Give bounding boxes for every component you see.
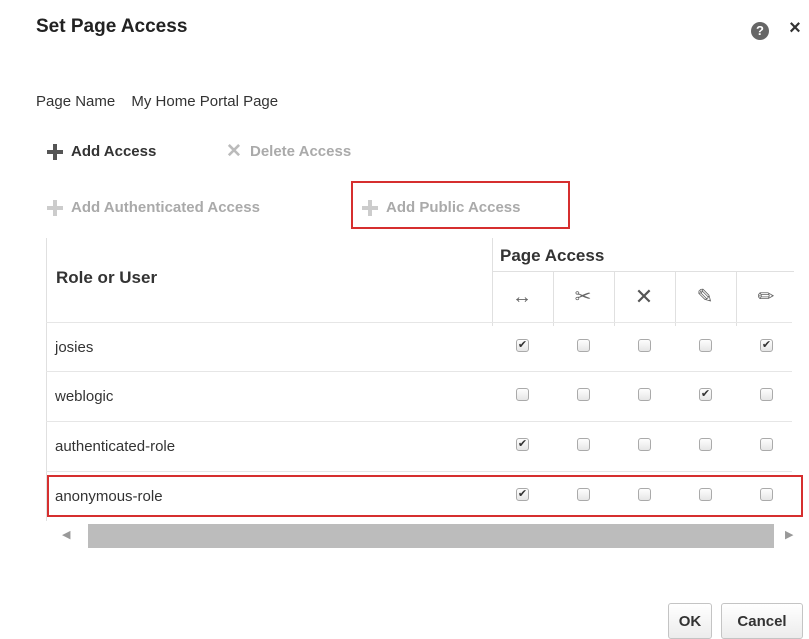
- delete-access-button[interactable]: ✕ Delete Access: [226, 140, 352, 162]
- add-access-button[interactable]: Add Access: [47, 143, 156, 160]
- permission-checkbox-view[interactable]: ✔: [516, 438, 529, 451]
- permission-checkbox-delete[interactable]: [638, 388, 651, 401]
- permission-checkbox-delete[interactable]: [638, 339, 651, 352]
- permission-checkbox-update[interactable]: [699, 339, 712, 352]
- permission-checkbox-customize[interactable]: [577, 339, 590, 352]
- header-col-sep: [614, 272, 615, 326]
- permission-checkbox-edit[interactable]: [760, 438, 773, 451]
- help-icon[interactable]: ?: [751, 22, 769, 40]
- add-authenticated-access-button[interactable]: Add Authenticated Access: [47, 199, 260, 216]
- permission-checkbox-view[interactable]: ✔: [516, 339, 529, 352]
- horizontal-scrollbar-thumb[interactable]: [88, 524, 774, 548]
- delete-x-icon: ✕: [226, 140, 242, 162]
- page-name-value: My Home Portal Page: [131, 93, 279, 110]
- permission-checkbox-edit[interactable]: ✔: [760, 339, 773, 352]
- permission-checkbox-delete[interactable]: [638, 438, 651, 451]
- header-col-sep: [675, 272, 676, 326]
- header-col-sep: [553, 272, 554, 326]
- permission-checkbox-update[interactable]: ✔: [699, 388, 712, 401]
- permission-checkbox-customize[interactable]: [577, 438, 590, 451]
- highlight-box-public-access: [351, 181, 570, 229]
- permission-checkbox-update[interactable]: [699, 438, 712, 451]
- delete-icon: ✕: [634, 284, 654, 309]
- customize-icon: ✂: [574, 286, 592, 308]
- table-row[interactable]: weblogic ✔: [46, 371, 792, 422]
- header-col-sep: [736, 272, 737, 326]
- header-subdivider: [492, 271, 794, 272]
- close-icon[interactable]: ×: [786, 17, 804, 40]
- plus-icon: [47, 199, 63, 216]
- dialog-title: Set Page Access: [36, 16, 188, 37]
- row-role-name: weblogic: [55, 388, 114, 405]
- add-access-label: Add Access: [71, 143, 157, 160]
- scroll-right-arrow[interactable]: ▶: [785, 528, 793, 541]
- page-name: Page Name My Home Portal Page: [36, 93, 278, 110]
- table-row[interactable]: authenticated-role ✔: [46, 421, 792, 472]
- permission-checkbox-view[interactable]: [516, 388, 529, 401]
- highlight-box-anonymous-role: [47, 475, 803, 517]
- scroll-left-arrow[interactable]: ◀: [62, 528, 70, 541]
- plus-icon: [47, 143, 63, 160]
- column-header-role-or-user[interactable]: Role or User: [56, 268, 157, 288]
- table-row[interactable]: josies ✔ ✔: [46, 322, 792, 373]
- permission-checkbox-edit[interactable]: [760, 388, 773, 401]
- row-role-name: josies: [55, 339, 94, 356]
- update-icon: ✎: [696, 286, 714, 308]
- set-page-access-dialog: Set Page Access ? × Page Name My Home Po…: [0, 0, 809, 639]
- ok-button[interactable]: OK: [668, 603, 712, 639]
- permission-checkbox-customize[interactable]: [577, 388, 590, 401]
- column-header-page-access: Page Access: [500, 246, 605, 265]
- page-name-label: Page Name: [36, 93, 116, 110]
- delete-access-label: Delete Access: [250, 143, 352, 160]
- header-divider: [492, 238, 493, 326]
- add-authenticated-access-label: Add Authenticated Access: [71, 199, 260, 216]
- cancel-button[interactable]: Cancel: [721, 603, 803, 639]
- view-icon: ↔: [512, 286, 532, 308]
- edit-icon: ✏: [757, 286, 775, 308]
- row-role-name: authenticated-role: [55, 438, 176, 455]
